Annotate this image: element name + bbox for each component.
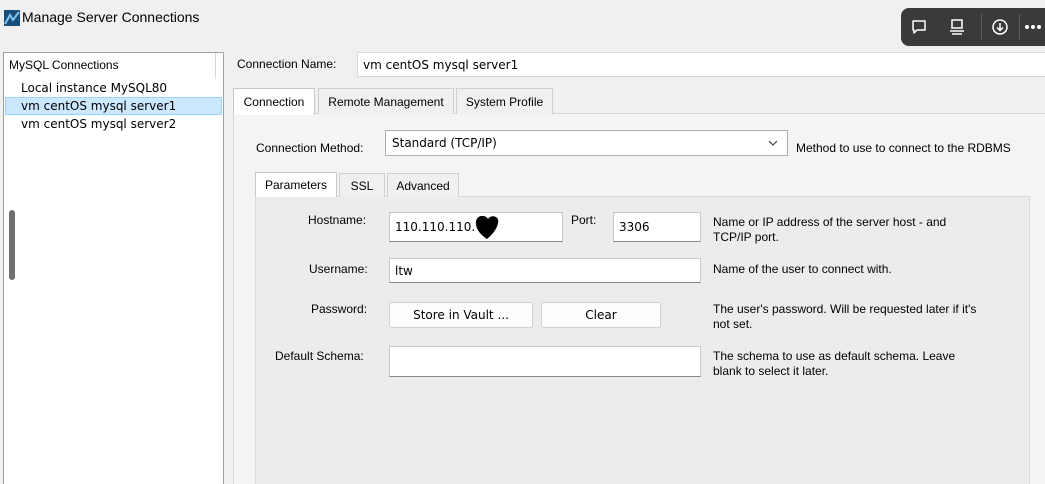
- store-in-vault-button[interactable]: Store in Vault ...: [389, 302, 533, 328]
- tab-label: System Profile: [465, 94, 544, 109]
- connection-method-select[interactable]: Standard (TCP/IP): [385, 130, 788, 156]
- button-label: Store in Vault ...: [413, 308, 509, 322]
- floating-toolbar: [901, 8, 1045, 46]
- connection-method-label: Connection Method:: [256, 141, 364, 155]
- username-value: ltw: [395, 263, 413, 278]
- button-label: Clear: [585, 308, 617, 322]
- tab-label: Remote Management: [328, 94, 444, 109]
- connection-item-server1[interactable]: vm centOS mysql server1: [5, 97, 222, 115]
- hostname-label: Hostname:: [308, 213, 367, 227]
- column-divider: [215, 53, 216, 79]
- tab-system-profile[interactable]: System Profile: [456, 88, 553, 114]
- connection-name-input[interactable]: vm centOS mysql server1: [357, 52, 1045, 77]
- more-icon[interactable]: [1021, 13, 1045, 41]
- hostname-value: 110.110.110.: [395, 220, 476, 234]
- window-title: Manage Server Connections: [22, 9, 200, 25]
- connection-name-label: Connection Name:: [237, 57, 337, 71]
- download-icon[interactable]: [986, 13, 1014, 41]
- port-value: 3306: [619, 220, 650, 234]
- port-input[interactable]: 3306: [613, 212, 701, 242]
- title-bar: Manage Server Connections: [0, 0, 1045, 46]
- connection-name-value: vm centOS mysql server1: [363, 57, 519, 72]
- password-label: Password:: [311, 302, 368, 316]
- schema-desc-line1: The schema to use as default schema. Lea…: [713, 349, 956, 363]
- username-input[interactable]: ltw: [389, 258, 701, 283]
- hostname-desc-line1: Name or IP address of the server host - …: [713, 215, 947, 229]
- tab-label: Advanced: [396, 178, 450, 193]
- password-desc-line2: not set.: [713, 317, 753, 331]
- clear-password-button[interactable]: Clear: [541, 302, 661, 328]
- tab-connection[interactable]: Connection: [233, 88, 315, 115]
- connection-method-value: Standard (TCP/IP): [392, 136, 497, 150]
- schema-desc-line2: blank to select it later.: [713, 364, 829, 378]
- connection-item-label: vm centOS mysql server1: [21, 99, 177, 113]
- default-schema-input[interactable]: [389, 346, 701, 377]
- tab-label: Connection: [243, 95, 305, 109]
- hostname-desc-line2: TCP/IP port.: [713, 230, 779, 244]
- comment-icon[interactable]: [905, 13, 933, 41]
- tab-advanced[interactable]: Advanced: [387, 173, 459, 197]
- redaction-mark: [475, 215, 499, 239]
- password-desc-line1: The user's password. Will be requested l…: [713, 302, 977, 316]
- tab-label: SSL: [350, 178, 374, 193]
- connection-item-server2[interactable]: vm centOS mysql server2: [5, 115, 222, 133]
- tab-remote-management[interactable]: Remote Management: [318, 88, 454, 114]
- username-label: Username:: [309, 262, 368, 276]
- tab-ssl[interactable]: SSL: [339, 173, 385, 197]
- username-desc: Name of the user to connect with.: [713, 262, 892, 276]
- connection-item-local[interactable]: Local instance MySQL80: [5, 79, 222, 97]
- connection-item-label: vm centOS mysql server2: [21, 117, 177, 131]
- connections-list-header: MySQL Connections: [9, 58, 119, 72]
- tab-parameters[interactable]: Parameters: [255, 172, 337, 197]
- screen-share-icon[interactable]: [943, 13, 971, 41]
- connections-list: MySQL Connections Local instance MySQL80…: [3, 52, 224, 484]
- connection-item-label: Local instance MySQL80: [21, 81, 168, 95]
- chevron-down-icon: [768, 140, 778, 146]
- mysql-workbench-icon: [4, 10, 20, 26]
- scrollbar-thumb[interactable]: [9, 210, 15, 280]
- tab-label: Parameters: [264, 178, 328, 192]
- connection-method-desc: Method to use to connect to the RDBMS: [796, 141, 1011, 155]
- port-label: Port:: [571, 213, 597, 227]
- default-schema-label: Default Schema:: [275, 349, 364, 363]
